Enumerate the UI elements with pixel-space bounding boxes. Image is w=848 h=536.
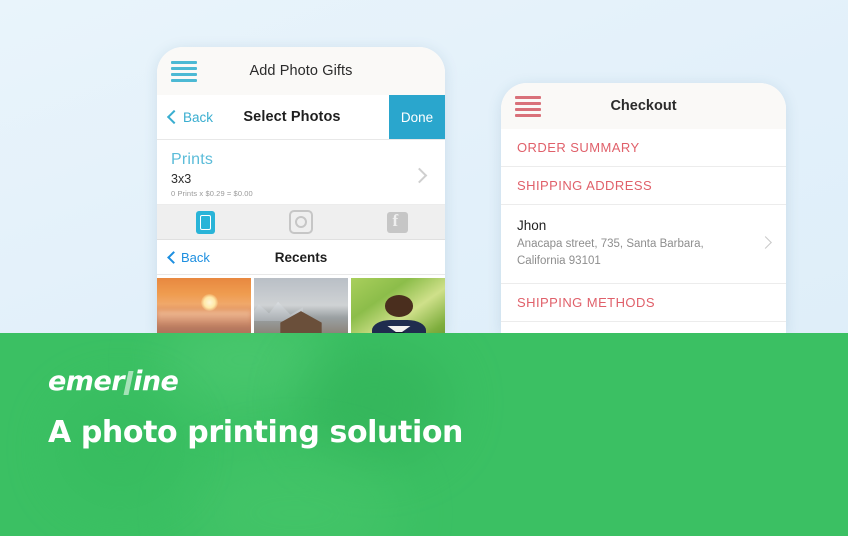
- section-shipping-address[interactable]: SHIPPING ADDRESS: [501, 167, 786, 205]
- photo-child[interactable]: [351, 278, 445, 333]
- emerline-logo: emer ine: [48, 366, 179, 397]
- address-name: Jhon: [517, 218, 547, 233]
- gifts-header: Add Photo Gifts: [157, 47, 445, 95]
- photo-sunset[interactable]: [157, 278, 251, 333]
- photo-source-tabs: [157, 205, 445, 240]
- address-line-2: California 93101: [517, 254, 601, 267]
- prints-size: 3x3: [171, 171, 192, 186]
- chevron-right-icon: [411, 167, 428, 183]
- chevron-right-icon: [759, 236, 772, 250]
- checkout-header: Checkout: [501, 83, 786, 129]
- section-order-summary[interactable]: ORDER SUMMARY: [501, 129, 786, 167]
- hamburger-icon[interactable]: [515, 95, 541, 117]
- logo-part-2: ine: [133, 366, 179, 397]
- instagram-icon: [289, 210, 313, 234]
- chevron-left-icon: [167, 250, 180, 264]
- phone-icon: [195, 210, 215, 234]
- prints-info: Prints 3x3 0 Prints x $0.29 = $0.00: [171, 151, 414, 198]
- source-tab-instagram[interactable]: [253, 210, 349, 234]
- shipping-method-row[interactable]: Standard $3.39: [501, 321, 786, 333]
- done-button-label: Done: [400, 109, 434, 125]
- photo-thumbnail-grid: [157, 275, 445, 333]
- done-button[interactable]: Done: [389, 95, 445, 139]
- order-summary-label: ORDER SUMMARY: [517, 140, 640, 155]
- prints-calculation: 0 Prints x $0.29 = $0.00: [171, 188, 253, 198]
- recents-back-button[interactable]: Back: [157, 250, 210, 265]
- shipping-methods-label: SHIPPING METHODS: [517, 294, 655, 310]
- source-tab-facebook[interactable]: [349, 211, 445, 233]
- chevron-left-icon: [166, 109, 182, 125]
- address-line-1: Anacapa street, 735, Santa Barbara,: [517, 238, 704, 251]
- hamburger-icon[interactable]: [171, 60, 197, 82]
- prints-title: Prints: [171, 151, 214, 169]
- select-photos-title: Select Photos: [243, 109, 341, 125]
- banner-tagline: A photo printing solution: [48, 415, 464, 450]
- phone-add-photo-gifts: Add Photo Gifts Back Select Photos Done …: [157, 47, 445, 333]
- address-details: Jhon Anacapa street, 735, Santa Barbara,…: [517, 216, 751, 270]
- screenshot-root: Add Photo Gifts Back Select Photos Done …: [0, 0, 848, 536]
- shipping-address-label: SHIPPING ADDRESS: [517, 178, 653, 193]
- recents-back-label: Back: [181, 249, 210, 265]
- prints-row[interactable]: Prints 3x3 0 Prints x $0.29 = $0.00: [157, 140, 445, 205]
- section-shipping-methods[interactable]: SHIPPING METHODS: [501, 283, 786, 322]
- checkout-header-title: Checkout: [610, 98, 677, 114]
- recents-nav: Back Recents: [157, 240, 445, 275]
- source-tab-phone[interactable]: [157, 210, 253, 234]
- logo-part-1: emer: [48, 366, 125, 397]
- photo-barn[interactable]: [254, 278, 348, 333]
- gifts-header-title: Add Photo Gifts: [249, 63, 353, 79]
- address-row[interactable]: Jhon Anacapa street, 735, Santa Barbara,…: [501, 205, 786, 284]
- gifts-subnav: Back Select Photos Done: [157, 95, 445, 140]
- phone-checkout: Checkout ORDER SUMMARY SHIPPING ADDRESS …: [501, 83, 786, 333]
- facebook-icon: [386, 211, 408, 233]
